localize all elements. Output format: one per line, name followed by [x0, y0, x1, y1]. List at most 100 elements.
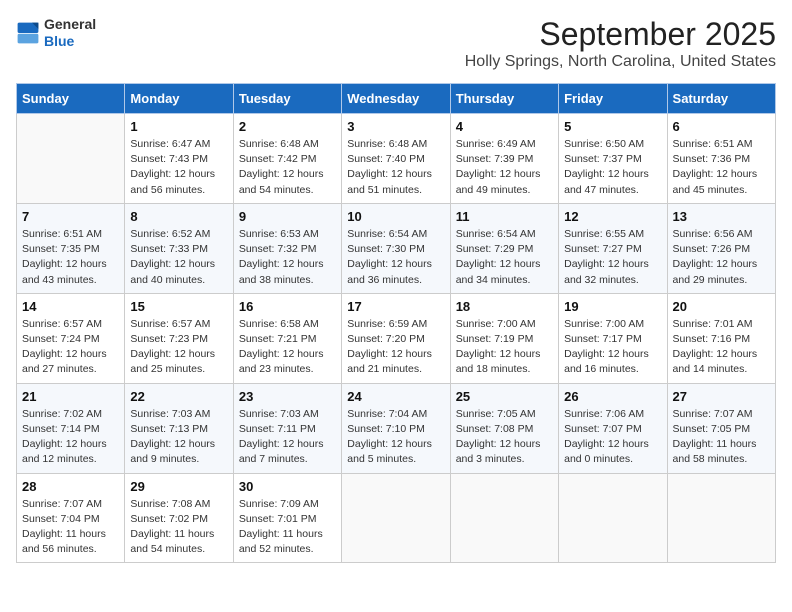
day-info: Sunrise: 6:58 AMSunset: 7:21 PMDaylight:…	[239, 317, 336, 378]
weekday-header-thursday: Thursday	[450, 84, 558, 114]
day-number: 3	[347, 119, 444, 134]
day-number: 13	[673, 209, 770, 224]
day-info: Sunrise: 7:05 AMSunset: 7:08 PMDaylight:…	[456, 407, 553, 468]
day-info: Sunrise: 6:51 AMSunset: 7:36 PMDaylight:…	[673, 137, 770, 198]
day-info: Sunrise: 6:49 AMSunset: 7:39 PMDaylight:…	[456, 137, 553, 198]
day-number: 8	[130, 209, 227, 224]
day-number: 9	[239, 209, 336, 224]
day-info: Sunrise: 7:03 AMSunset: 7:11 PMDaylight:…	[239, 407, 336, 468]
day-info: Sunrise: 6:54 AMSunset: 7:30 PMDaylight:…	[347, 227, 444, 288]
calendar-week-row: 7Sunrise: 6:51 AMSunset: 7:35 PMDaylight…	[17, 203, 776, 293]
logo: General Blue	[16, 16, 96, 50]
day-number: 16	[239, 299, 336, 314]
day-info: Sunrise: 7:09 AMSunset: 7:01 PMDaylight:…	[239, 497, 336, 558]
weekday-header-tuesday: Tuesday	[233, 84, 341, 114]
day-number: 20	[673, 299, 770, 314]
calendar-cell: 17 Sunrise: 6:59 AMSunset: 7:20 PMDayligh…	[342, 293, 450, 383]
day-info: Sunrise: 6:57 AMSunset: 7:24 PMDaylight:…	[22, 317, 119, 378]
weekday-header-friday: Friday	[559, 84, 667, 114]
day-number: 2	[239, 119, 336, 134]
day-info: Sunrise: 6:52 AMSunset: 7:33 PMDaylight:…	[130, 227, 227, 288]
day-info: Sunrise: 6:48 AMSunset: 7:42 PMDaylight:…	[239, 137, 336, 198]
calendar-cell: 29 Sunrise: 7:08 AMSunset: 7:02 PMDayligh…	[125, 473, 233, 563]
day-number: 21	[22, 389, 119, 404]
day-info: Sunrise: 7:00 AMSunset: 7:17 PMDaylight:…	[564, 317, 661, 378]
day-number: 22	[130, 389, 227, 404]
calendar-cell	[17, 114, 125, 204]
calendar-cell: 4 Sunrise: 6:49 AMSunset: 7:39 PMDaylight…	[450, 114, 558, 204]
day-info: Sunrise: 6:48 AMSunset: 7:40 PMDaylight:…	[347, 137, 444, 198]
day-info: Sunrise: 6:55 AMSunset: 7:27 PMDaylight:…	[564, 227, 661, 288]
day-number: 27	[673, 389, 770, 404]
day-number: 26	[564, 389, 661, 404]
day-number: 10	[347, 209, 444, 224]
weekday-header-sunday: Sunday	[17, 84, 125, 114]
day-number: 17	[347, 299, 444, 314]
day-number: 11	[456, 209, 553, 224]
calendar-cell: 11 Sunrise: 6:54 AMSunset: 7:29 PMDayligh…	[450, 203, 558, 293]
calendar-cell: 19 Sunrise: 7:00 AMSunset: 7:17 PMDayligh…	[559, 293, 667, 383]
logo-blue-text: Blue	[44, 33, 96, 50]
calendar-cell: 9 Sunrise: 6:53 AMSunset: 7:32 PMDaylight…	[233, 203, 341, 293]
day-number: 23	[239, 389, 336, 404]
day-number: 29	[130, 479, 227, 494]
calendar-cell: 26 Sunrise: 7:06 AMSunset: 7:07 PMDayligh…	[559, 383, 667, 473]
calendar-week-row: 1Sunrise: 6:47 AMSunset: 7:43 PMDaylight…	[17, 114, 776, 204]
day-info: Sunrise: 7:06 AMSunset: 7:07 PMDaylight:…	[564, 407, 661, 468]
calendar-cell	[559, 473, 667, 563]
day-number: 14	[22, 299, 119, 314]
location-title: Holly Springs, North Carolina, United St…	[465, 53, 776, 71]
calendar-cell: 22 Sunrise: 7:03 AMSunset: 7:13 PMDayligh…	[125, 383, 233, 473]
calendar-cell: 30 Sunrise: 7:09 AMSunset: 7:01 PMDayligh…	[233, 473, 341, 563]
calendar-cell: 7Sunrise: 6:51 AMSunset: 7:35 PMDaylight…	[17, 203, 125, 293]
calendar-cell	[342, 473, 450, 563]
calendar-cell: 15 Sunrise: 6:57 AMSunset: 7:23 PMDayligh…	[125, 293, 233, 383]
weekday-header-monday: Monday	[125, 84, 233, 114]
calendar-header: SundayMondayTuesdayWednesdayThursdayFrid…	[17, 84, 776, 114]
day-info: Sunrise: 7:08 AMSunset: 7:02 PMDaylight:…	[130, 497, 227, 558]
day-number: 12	[564, 209, 661, 224]
weekday-header-saturday: Saturday	[667, 84, 775, 114]
calendar-cell: 18Sunrise: 7:00 AMSunset: 7:19 PMDayligh…	[450, 293, 558, 383]
calendar-cell: 2 Sunrise: 6:48 AMSunset: 7:42 PMDaylight…	[233, 114, 341, 204]
calendar-cell: 28 Sunrise: 7:07 AMSunset: 7:04 PMDayligh…	[17, 473, 125, 563]
day-info: Sunrise: 6:57 AMSunset: 7:23 PMDaylight:…	[130, 317, 227, 378]
calendar-table: SundayMondayTuesdayWednesdayThursdayFrid…	[16, 83, 776, 563]
calendar-cell: 12 Sunrise: 6:55 AMSunset: 7:27 PMDayligh…	[559, 203, 667, 293]
day-number: 28	[22, 479, 119, 494]
day-number: 30	[239, 479, 336, 494]
calendar-cell: 1Sunrise: 6:47 AMSunset: 7:43 PMDaylight…	[125, 114, 233, 204]
weekday-header-row: SundayMondayTuesdayWednesdayThursdayFrid…	[17, 84, 776, 114]
calendar-cell: 23 Sunrise: 7:03 AMSunset: 7:11 PMDayligh…	[233, 383, 341, 473]
calendar-cell: 27 Sunrise: 7:07 AMSunset: 7:05 PMDayligh…	[667, 383, 775, 473]
day-number: 19	[564, 299, 661, 314]
day-info: Sunrise: 6:59 AMSunset: 7:20 PMDaylight:…	[347, 317, 444, 378]
day-info: Sunrise: 6:56 AMSunset: 7:26 PMDaylight:…	[673, 227, 770, 288]
day-info: Sunrise: 7:07 AMSunset: 7:05 PMDaylight:…	[673, 407, 770, 468]
month-title: September 2025	[465, 16, 776, 53]
calendar-cell	[667, 473, 775, 563]
calendar-cell: 16 Sunrise: 6:58 AMSunset: 7:21 PMDayligh…	[233, 293, 341, 383]
day-info: Sunrise: 7:07 AMSunset: 7:04 PMDaylight:…	[22, 497, 119, 558]
day-number: 5	[564, 119, 661, 134]
calendar-week-row: 28 Sunrise: 7:07 AMSunset: 7:04 PMDayligh…	[17, 473, 776, 563]
day-number: 18	[456, 299, 553, 314]
calendar-cell: 6Sunrise: 6:51 AMSunset: 7:36 PMDaylight…	[667, 114, 775, 204]
logo-icon	[16, 21, 40, 45]
calendar-week-row: 14 Sunrise: 6:57 AMSunset: 7:24 PMDayligh…	[17, 293, 776, 383]
day-info: Sunrise: 6:54 AMSunset: 7:29 PMDaylight:…	[456, 227, 553, 288]
header: General Blue September 2025 Holly Spring…	[16, 16, 776, 71]
day-number: 15	[130, 299, 227, 314]
day-number: 24	[347, 389, 444, 404]
day-number: 4	[456, 119, 553, 134]
calendar-cell: 20Sunrise: 7:01 AMSunset: 7:16 PMDayligh…	[667, 293, 775, 383]
calendar-cell: 8 Sunrise: 6:52 AMSunset: 7:33 PMDaylight…	[125, 203, 233, 293]
calendar-cell: 3 Sunrise: 6:48 AMSunset: 7:40 PMDaylight…	[342, 114, 450, 204]
day-info: Sunrise: 7:03 AMSunset: 7:13 PMDaylight:…	[130, 407, 227, 468]
day-info: Sunrise: 6:50 AMSunset: 7:37 PMDaylight:…	[564, 137, 661, 198]
calendar-cell: 21Sunrise: 7:02 AMSunset: 7:14 PMDayligh…	[17, 383, 125, 473]
day-info: Sunrise: 6:53 AMSunset: 7:32 PMDaylight:…	[239, 227, 336, 288]
calendar-cell: 5 Sunrise: 6:50 AMSunset: 7:37 PMDaylight…	[559, 114, 667, 204]
day-number: 1	[130, 119, 227, 134]
calendar-cell: 25Sunrise: 7:05 AMSunset: 7:08 PMDayligh…	[450, 383, 558, 473]
